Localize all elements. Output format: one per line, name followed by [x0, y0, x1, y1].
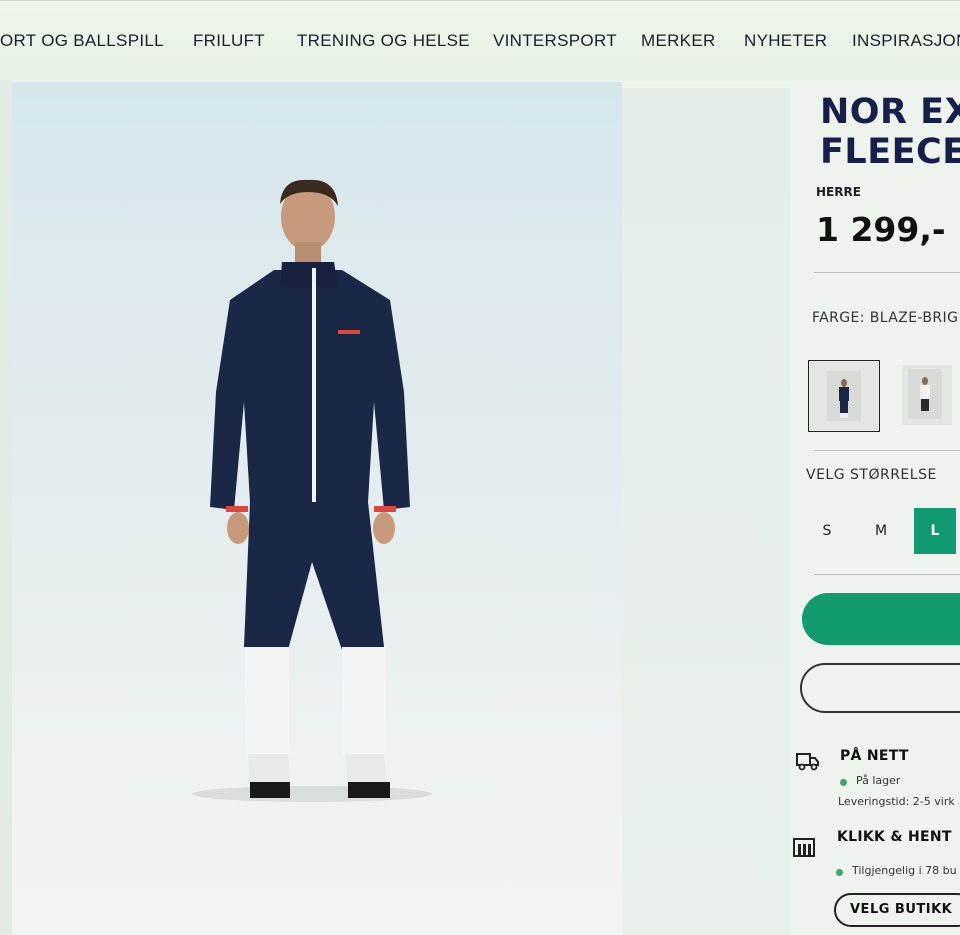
product-title-line-2: FLEECE [820, 132, 960, 172]
size-option-l[interactable]: L [914, 508, 956, 554]
product-title-line-1: NOR EX [820, 92, 960, 132]
nav-item-vintersport[interactable]: VINTERSPORT [493, 31, 617, 51]
divider [814, 450, 960, 451]
add-to-cart-button[interactable] [802, 593, 960, 645]
image-gallery-edge [622, 88, 790, 935]
online-delivery-title: PÅ NETT [840, 748, 909, 764]
delivery-time: Leveringstid: 2-5 virk [838, 795, 955, 808]
divider [814, 272, 960, 273]
left-edge [0, 80, 12, 935]
online-stock-status: På lager [856, 774, 901, 787]
secondary-action-button[interactable] [800, 663, 960, 713]
pickup-availability: Tilgjengelig i 78 bu [852, 864, 957, 877]
nav-item-merker[interactable]: MERKER [641, 31, 716, 51]
choose-store-button[interactable]: VELG BUTIKK [834, 893, 960, 927]
product-image[interactable] [12, 82, 622, 935]
nav-item-nyheter[interactable]: NYHETER [744, 31, 827, 51]
top-navigation: ORT OG BALLSPILL FRILUFT TRENING OG HELS… [0, 0, 960, 81]
color-thumbnail-selected[interactable] [808, 360, 880, 432]
product-info-panel: NOR EX FLEECE HERRE 1 299,- FARGE: BLAZE… [790, 80, 960, 935]
size-option-s[interactable]: S [806, 508, 848, 554]
product-title: NOR EX FLEECE [820, 92, 960, 172]
nav-item-inspirasjon[interactable]: INSPIRASJON [852, 31, 960, 51]
nav-item-friluft[interactable]: FRILUFT [193, 31, 265, 51]
color-thumbnail-alt[interactable] [902, 365, 952, 425]
thumbnail-light-outfit [908, 369, 942, 419]
divider [814, 574, 960, 575]
product-price: 1 299,- [816, 210, 946, 249]
model-illustration [192, 179, 432, 802]
nav-item-sport-og-ballspill[interactable]: ORT OG BALLSPILL [0, 31, 164, 51]
size-label: VELG STØRRELSE [806, 467, 937, 483]
product-gender: HERRE [816, 185, 861, 199]
thumbnail-dark-outfit [827, 371, 861, 421]
store-icon [793, 838, 815, 857]
in-stock-dot [840, 779, 847, 786]
availability-dot [836, 869, 843, 876]
truck-icon [796, 753, 819, 771]
color-label: FARGE: BLAZE-BRIG [812, 310, 959, 326]
size-option-m[interactable]: M [860, 508, 902, 554]
click-and-collect-title: KLIKK & HENT [837, 829, 952, 845]
nav-item-trening-og-helse[interactable]: TRENING OG HELSE [297, 31, 470, 51]
